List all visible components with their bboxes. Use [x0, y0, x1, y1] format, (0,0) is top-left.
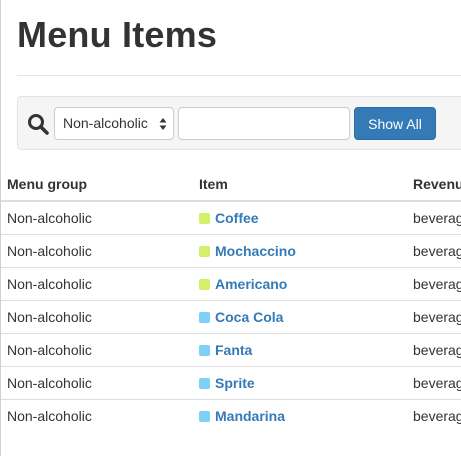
item-cell: Mochaccino [199, 235, 399, 267]
menu-items-table: Menu group Item Revenu Non-alcoholic Coff… [1, 168, 461, 432]
item-link[interactable]: Coffee [215, 210, 259, 226]
table-row: Non-alcoholic Mandarina beverag [1, 399, 461, 432]
item-color-swatch [199, 411, 210, 422]
revenue-cell: beverag [413, 309, 461, 325]
item-link[interactable]: Mandarina [215, 408, 285, 424]
menu-group-cell: Non-alcoholic [7, 309, 92, 325]
item-cell: Mandarina [199, 400, 399, 432]
table-row: Non-alcoholic Mochaccino beverag [1, 234, 461, 267]
item-link[interactable]: Americano [215, 276, 287, 292]
menu-group-cell: Non-alcoholic [7, 210, 92, 226]
item-color-swatch [199, 246, 210, 257]
menu-group-cell: Non-alcoholic [7, 243, 92, 259]
revenue-cell: beverag [413, 342, 461, 358]
table-row: Non-alcoholic Coca Cola beverag [1, 300, 461, 333]
menu-group-select[interactable]: Non-alcoholic [54, 107, 174, 140]
item-color-swatch [199, 378, 210, 389]
item-color-swatch [199, 213, 210, 224]
item-color-swatch [199, 279, 210, 290]
item-cell: Americano [199, 268, 399, 300]
search-icon [28, 114, 49, 135]
search-input[interactable] [178, 107, 350, 140]
table-row: Non-alcoholic Fanta beverag [1, 333, 461, 366]
page-title: Menu Items [17, 14, 218, 55]
revenue-cell: beverag [413, 408, 461, 424]
table-row: Non-alcoholic Americano beverag [1, 267, 461, 300]
revenue-cell: beverag [413, 276, 461, 292]
menu-group-select-value: Non-alcoholic [63, 115, 148, 131]
item-cell: Coca Cola [199, 301, 399, 333]
menu-group-cell: Non-alcoholic [7, 276, 92, 292]
table-header-row: Menu group Item Revenu [1, 168, 461, 201]
item-cell: Sprite [199, 367, 399, 399]
title-divider [17, 75, 461, 76]
revenue-cell: beverag [413, 243, 461, 259]
table-row: Non-alcoholic Sprite beverag [1, 366, 461, 399]
header-item[interactable]: Item [199, 168, 399, 200]
menu-group-cell: Non-alcoholic [7, 342, 92, 358]
table-body: Non-alcoholic Coffee beverag Non-alcoholic M… [1, 201, 461, 432]
item-link[interactable]: Fanta [215, 342, 252, 358]
header-revenue[interactable]: Revenu [413, 168, 461, 200]
item-color-swatch [199, 312, 210, 323]
menu-group-cell: Non-alcoholic [7, 375, 92, 391]
filter-bar: Non-alcoholic Show All [17, 96, 461, 150]
item-link[interactable]: Sprite [215, 375, 255, 391]
menu-group-cell: Non-alcoholic [7, 408, 92, 424]
item-cell: Fanta [199, 334, 399, 366]
show-all-button[interactable]: Show All [354, 107, 436, 140]
table-row: Non-alcoholic Coffee beverag [1, 201, 461, 234]
select-arrows-icon [159, 118, 167, 130]
revenue-cell: beverag [413, 375, 461, 391]
item-link[interactable]: Coca Cola [215, 309, 283, 325]
item-link[interactable]: Mochaccino [215, 243, 296, 259]
item-cell: Coffee [199, 202, 399, 234]
page: Menu Items Non-alcoholic Show All Menu g… [0, 0, 461, 456]
revenue-cell: beverag [413, 210, 461, 226]
header-menu-group[interactable]: Menu group [7, 168, 187, 200]
item-color-swatch [199, 345, 210, 356]
